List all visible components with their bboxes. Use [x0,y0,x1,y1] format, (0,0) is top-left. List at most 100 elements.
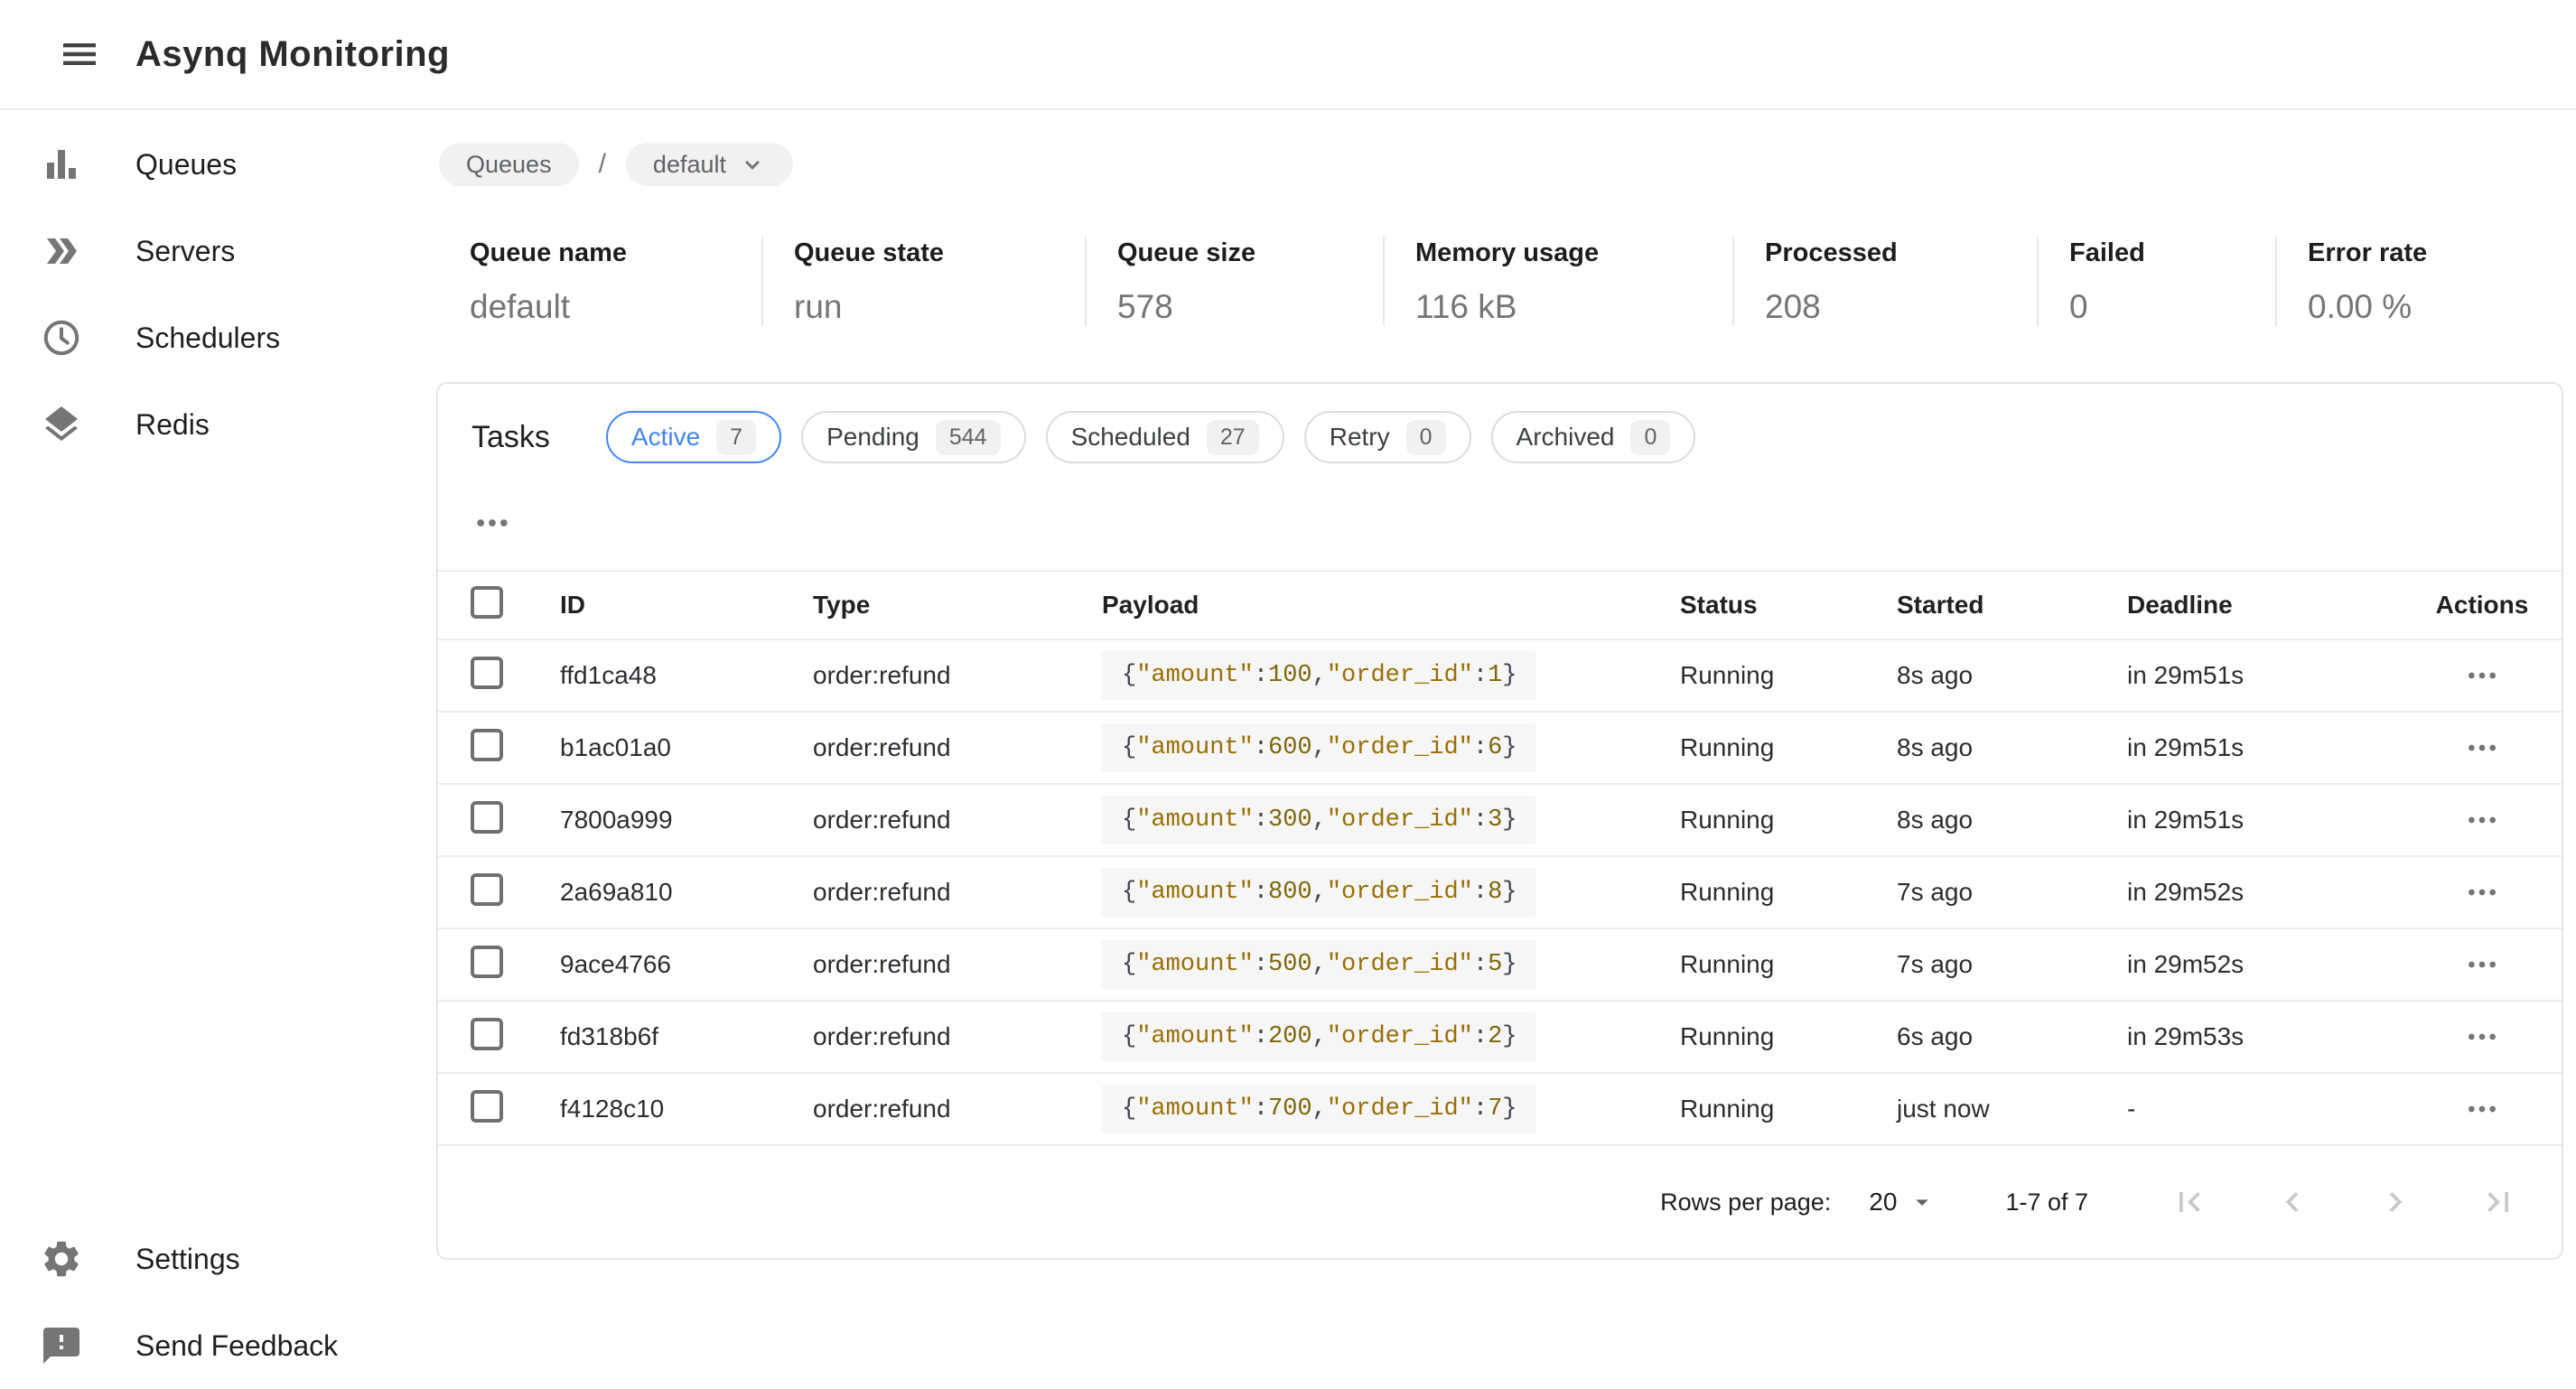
row-checkbox[interactable] [471,946,503,978]
clock-icon [40,316,83,359]
stat-queue-size: Queue size 578 [1085,237,1383,326]
row-checkbox[interactable] [471,1090,503,1123]
task-status: Running [1680,712,1897,784]
rows-per-page-label: Rows per page: [1660,1189,1831,1217]
stat-label: Processed [1765,238,2037,268]
breadcrumb: Queues / default [439,143,2576,186]
sidebar-item-label: Settings [135,1243,240,1276]
more-horiz-icon [2464,946,2500,983]
task-id: fd318b6f [560,1001,813,1073]
table-row: 2a69a810 order:refund {"amount":800,"ord… [438,856,2562,928]
more-horiz-icon [2464,1019,2500,1055]
row-checkbox[interactable] [471,657,503,689]
task-type: order:refund [813,639,1102,712]
more-horiz-icon [2464,730,2500,766]
sidebar-item-settings[interactable]: Settings [0,1216,436,1302]
stat-queue-name: Queue name default [470,237,761,326]
row-checkbox[interactable] [471,873,503,906]
tab-pending[interactable]: Pending 544 [801,411,1025,463]
row-checkbox[interactable] [471,729,503,761]
task-started: 7s ago [1897,928,2127,1001]
tasks-title: Tasks [471,420,550,455]
last-page-button[interactable] [2475,1179,2522,1226]
row-actions-button[interactable] [2457,867,2507,918]
task-type: order:refund [813,712,1102,784]
header-payload: Payload [1102,571,1680,639]
task-payload: {"amount":500,"order_id":5} [1102,940,1536,989]
menu-button[interactable] [36,11,123,98]
row-actions-button[interactable] [2457,795,2507,845]
first-page-button[interactable] [2166,1179,2213,1226]
next-page-button[interactable] [2372,1179,2419,1226]
row-actions-button[interactable] [2457,650,2507,701]
header-status: Status [1680,571,1897,639]
last-page-icon [2478,1182,2518,1222]
task-id: f4128c10 [560,1073,813,1145]
sidebar-item-label: Send Feedback [135,1329,338,1363]
row-checkbox[interactable] [471,801,503,834]
dropdown-arrow-icon [1908,1188,1937,1217]
breadcrumb-queue-select-chip[interactable]: default [626,143,793,186]
breadcrumb-root-label: Queues [466,151,552,179]
table-more-options-button[interactable] [465,496,519,550]
task-type: order:refund [813,1073,1102,1145]
select-all-checkbox[interactable] [471,586,503,619]
tab-active[interactable]: Active 7 [606,411,781,463]
stat-error-rate: Error rate 0.00 % [2275,237,2546,326]
task-status: Running [1680,784,1897,856]
sidebar-item-servers[interactable]: Servers [0,208,436,294]
row-actions-button[interactable] [2457,939,2507,990]
breadcrumb-current-label: default [653,151,726,179]
task-started: 6s ago [1897,1001,2127,1073]
chevron-down-icon [739,151,766,178]
task-started: 8s ago [1897,639,2127,712]
task-table-body: ffd1ca48 order:refund {"amount":100,"ord… [438,639,2562,1145]
sidebar-item-label: Queues [135,148,237,182]
tab-count-badge: 0 [1406,420,1446,455]
row-actions-button[interactable] [2457,722,2507,773]
stat-value: run [794,288,1085,326]
rows-per-page-select[interactable]: 20 [1869,1188,1937,1217]
breadcrumb-queues-chip[interactable]: Queues [439,143,579,186]
row-actions-button[interactable] [2457,1011,2507,1062]
main-content: Queues / default Queue name default Queu… [436,110,2576,1389]
sidebar-item-send-feedback[interactable]: Send Feedback [0,1302,436,1389]
sidebar-item-redis[interactable]: Redis [0,381,436,468]
tab-scheduled[interactable]: Scheduled 27 [1046,411,1284,463]
row-actions-button[interactable] [2457,1084,2507,1134]
app-title: Asynq Monitoring [135,34,450,75]
chevron-left-icon [2273,1182,2312,1222]
stat-value: 208 [1765,288,2037,326]
row-checkbox[interactable] [471,1018,503,1050]
task-payload: {"amount":700,"order_id":7} [1102,1085,1536,1133]
task-started: just now [1897,1073,2127,1145]
task-id: ffd1ca48 [560,639,813,712]
stat-queue-state: Queue state run [761,237,1085,326]
sidebar-item-label: Servers [135,235,235,268]
tab-count-badge: 544 [936,420,1001,455]
tab-count-badge: 0 [1630,420,1670,455]
tab-label: Pending [826,423,919,452]
task-payload: {"amount":200,"order_id":2} [1102,1012,1536,1061]
more-horiz-icon [2464,874,2500,910]
tab-label: Archived [1517,423,1615,452]
tab-retry[interactable]: Retry 0 [1304,411,1471,463]
task-type: order:refund [813,856,1102,928]
tab-archived[interactable]: Archived 0 [1491,411,1696,463]
task-deadline: in 29m53s [2127,1001,2403,1073]
stat-label: Error rate [2308,238,2546,268]
tab-label: Active [631,423,700,452]
stat-value: 0 [2069,288,2275,326]
task-status: Running [1680,1001,1897,1073]
bar-chart-icon [40,143,83,186]
task-id: 2a69a810 [560,856,813,928]
tab-count-badge: 27 [1207,420,1259,455]
tasks-table: ID Type Payload Status Started Deadline … [438,570,2562,1146]
stat-failed: Failed 0 [2037,237,2275,326]
sidebar-item-queues[interactable]: Queues [0,121,436,208]
task-id: 9ace4766 [560,928,813,1001]
sidebar-item-schedulers[interactable]: Schedulers [0,294,436,381]
layers-icon [40,403,83,446]
task-payload: {"amount":300,"order_id":3} [1102,796,1536,844]
previous-page-button[interactable] [2269,1179,2316,1226]
